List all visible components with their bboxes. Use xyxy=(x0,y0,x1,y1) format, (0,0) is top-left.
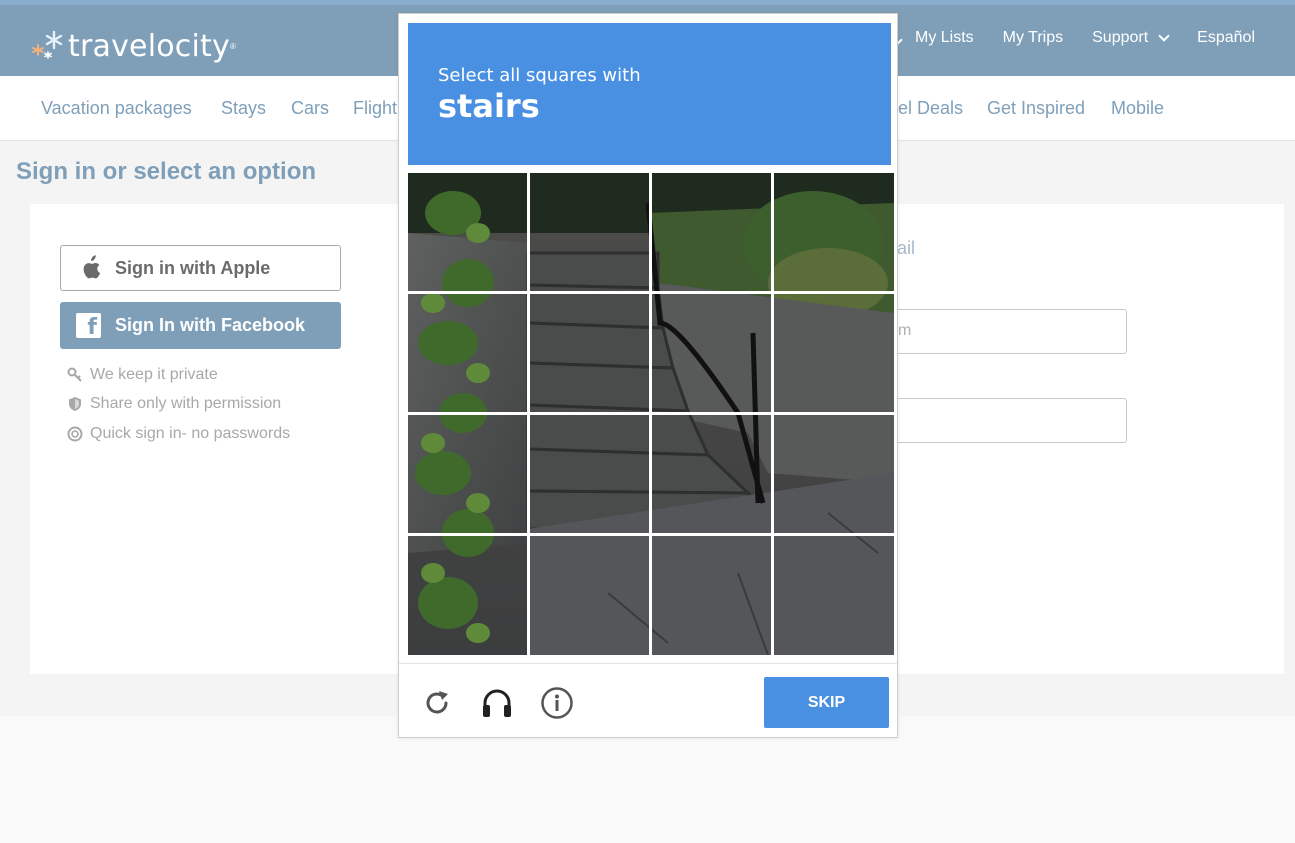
captcha-footer-divider xyxy=(399,663,897,664)
apple-icon xyxy=(83,255,101,279)
captcha-tile[interactable] xyxy=(530,415,649,533)
password-field[interactable] xyxy=(885,398,1127,443)
subnav-stays[interactable]: Stays xyxy=(221,98,266,119)
page-title: Sign in or select an option xyxy=(16,158,317,185)
subnav-vacation-packages[interactable]: Vacation packages xyxy=(41,98,192,119)
chevron-down-icon xyxy=(1158,29,1170,42)
logo-wordmark: travelocity xyxy=(68,28,230,64)
captcha-tile[interactable] xyxy=(408,173,527,291)
grid-divider xyxy=(408,533,894,536)
subnav-mobile[interactable]: Mobile xyxy=(1111,98,1164,119)
captcha-tile[interactable] xyxy=(408,536,527,654)
captcha-dialog: Select all squares with stairs SKIP xyxy=(398,13,898,738)
nav-espanol[interactable]: Español xyxy=(1197,29,1255,47)
info-icon[interactable] xyxy=(540,686,574,720)
sign-in-with-apple-button[interactable]: Sign in with Apple xyxy=(60,245,341,291)
perk-quick-signin-label: Quick sign in- no passwords xyxy=(90,425,291,442)
sign-in-with-facebook-button[interactable]: f Sign In with Facebook xyxy=(60,302,341,349)
captcha-instruction: Select all squares with xyxy=(438,65,641,86)
captcha-tile[interactable] xyxy=(774,536,893,654)
facebook-button-label: Sign In with Facebook xyxy=(115,315,306,335)
captcha-image-grid xyxy=(408,173,894,655)
subnav-cars[interactable]: Cars xyxy=(291,98,329,119)
email-field-placeholder: m xyxy=(898,322,912,339)
nav-my-trips[interactable]: My Trips xyxy=(1003,29,1063,47)
subnav-travel-deals[interactable]: el Deals xyxy=(898,98,963,119)
apple-button-label: Sign in with Apple xyxy=(115,257,271,278)
perk-quick-signin: Quick sign in- no passwords xyxy=(67,425,290,443)
perk-private-label: We keep it private xyxy=(90,366,218,383)
shield-icon xyxy=(69,397,81,411)
email-field[interactable]: m xyxy=(885,309,1127,354)
captcha-tile[interactable] xyxy=(530,173,649,291)
captcha-tile[interactable] xyxy=(530,536,649,654)
captcha-tile[interactable] xyxy=(530,294,649,412)
captcha-header: Select all squares with stairs xyxy=(408,23,891,165)
perk-permission: Share only with permission xyxy=(67,395,281,413)
travelocity-logo[interactable]: travelocity ® xyxy=(28,22,236,70)
top-nav: My Lists My Trips Support Español xyxy=(886,0,1295,76)
quick-signin-icon xyxy=(67,426,83,442)
logo-registered-mark: ® xyxy=(229,41,236,51)
captcha-tile[interactable] xyxy=(408,415,527,533)
nav-support-label: Support xyxy=(1092,29,1149,46)
logo-star-icon xyxy=(32,30,63,59)
perk-permission-label: Share only with permission xyxy=(90,395,282,412)
perk-private: We keep it private xyxy=(67,366,218,384)
nav-support[interactable]: Support xyxy=(1092,29,1170,47)
facebook-icon: f xyxy=(76,313,101,338)
captcha-tile[interactable] xyxy=(774,173,893,291)
grid-divider xyxy=(408,291,894,294)
email-section-label: ail xyxy=(897,238,916,258)
reload-icon[interactable] xyxy=(420,686,454,720)
grid-divider xyxy=(408,412,894,415)
captcha-tile[interactable] xyxy=(774,415,893,533)
captcha-tile[interactable] xyxy=(652,294,771,412)
audio-icon[interactable] xyxy=(480,686,514,720)
captcha-tile[interactable] xyxy=(408,294,527,412)
captcha-tile[interactable] xyxy=(652,173,771,291)
captcha-target-word: stairs xyxy=(438,87,540,125)
captcha-tile[interactable] xyxy=(652,415,771,533)
captcha-tile[interactable] xyxy=(652,536,771,654)
captcha-tile[interactable] xyxy=(774,294,893,412)
subnav-get-inspired[interactable]: Get Inspired xyxy=(987,98,1085,119)
subnav-flights[interactable]: Flight xyxy=(353,98,397,119)
nav-my-lists[interactable]: My Lists xyxy=(915,29,974,47)
skip-button[interactable]: SKIP xyxy=(764,677,889,728)
key-icon xyxy=(67,367,82,382)
